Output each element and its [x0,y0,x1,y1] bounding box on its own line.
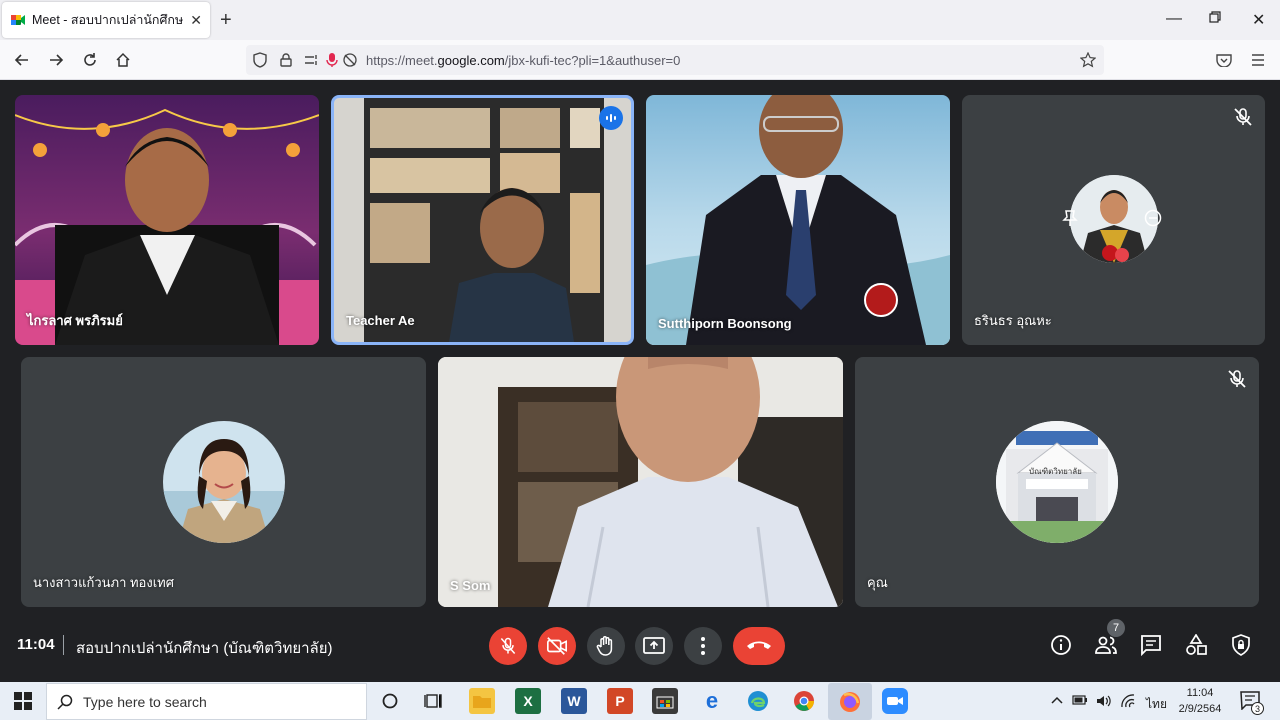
camera-off-icon [547,637,567,655]
internet-explorer-icon[interactable]: e [699,688,725,714]
participant-name: ไกรลาศ พรภิรมย์ [27,313,123,328]
video-feed [15,108,319,345]
taskbar-time: 11:04 [1186,687,1214,699]
microphone-off-icon [1228,370,1246,388]
taskbar-date: 2/9/2564 [1178,703,1222,715]
people-count-badge: 7 [1107,619,1125,637]
edge-icon[interactable] [745,688,771,714]
divider [63,635,64,655]
video-feed [646,95,950,345]
activities-button[interactable] [1183,632,1209,658]
wifi-icon[interactable] [1120,694,1136,711]
participant-tile[interactable]: Sutthiporn Boonsong [646,95,950,345]
word-icon[interactable]: W [561,688,587,714]
video-feed [438,357,843,607]
participant-tile[interactable]: นางสาวแก้วนภา ทองเทศ [21,357,426,607]
chat-icon [1141,635,1161,656]
participant-name: ธรินธร อุณหะ [974,313,1052,328]
battery-icon[interactable] [1072,694,1088,708]
pocket-icon[interactable] [1216,52,1232,68]
meeting-title: สอบปากเปล่านักศึกษา (บัณฑิตวิทยาลัย) [76,640,333,657]
cortana-icon[interactable] [377,688,403,714]
participant-tile[interactable]: S Som [438,357,843,607]
speaking-indicator-icon [599,106,623,130]
back-icon[interactable] [12,50,32,70]
menu-icon[interactable] [1250,52,1266,68]
hand-icon [596,636,613,656]
participant-tile[interactable]: บัณฑิตวิทยาลัย คุณ [855,357,1259,607]
task-view-icon[interactable] [421,688,447,714]
taskbar-clock[interactable]: 11:04 2/9/2564 [1176,685,1224,717]
permissions-icon[interactable] [304,52,320,68]
store-icon[interactable] [652,688,678,714]
powerpoint-icon[interactable]: P [607,688,633,714]
participant-name: Sutthiporn Boonsong [658,316,792,331]
info-icon [1051,635,1071,655]
browser-tab-bar: Meet - สอบปากเปล่านักศึกษา (บัณ ✕ + ― ✕ [0,0,1280,40]
excel-icon[interactable]: X [515,688,541,714]
participant-tile[interactable]: ไกรลาศ พรภิรมย์ [15,95,319,345]
more-vert-icon [701,637,705,655]
participant-name: Teacher Ae [346,313,415,328]
tab-title: Meet - สอบปากเปล่านักศึกษา (บัณ [32,13,185,27]
maximize-icon[interactable] [1208,10,1222,29]
show-hidden-icons[interactable] [1051,694,1063,708]
reload-icon[interactable] [80,50,100,70]
volume-icon[interactable] [1096,694,1112,711]
microphone-toggle-button[interactable] [489,627,527,665]
more-options-button[interactable] [684,627,722,665]
home-icon[interactable] [113,50,133,70]
shield-icon[interactable] [252,52,268,68]
raise-hand-button[interactable] [587,627,625,665]
microphone-permission-icon[interactable] [324,52,340,68]
search-placeholder: Type here to search [83,693,207,710]
google-meet-icon [11,15,25,25]
close-window-icon[interactable]: ✕ [1252,10,1265,30]
url-text[interactable]: https://meet.google.com/jbx-kufi-tec?pli… [366,53,680,68]
present-icon [643,637,665,654]
activities-icon [1186,634,1207,655]
minimize-icon[interactable]: ― [1166,10,1182,28]
notification-count-badge: 3 [1251,702,1264,715]
forward-icon[interactable] [46,50,66,70]
participant-tile[interactable]: ธรินธร อุณหะ [962,95,1265,345]
camera-blocked-icon[interactable] [342,52,358,68]
chat-button[interactable] [1138,632,1164,658]
chrome-icon[interactable] [791,688,817,714]
participant-name: คุณ [867,575,888,590]
people-icon [1095,636,1117,654]
browser-tab-meet[interactable]: Meet - สอบปากเปล่านักศึกษา (บัณ ✕ [2,2,210,38]
shield-lock-icon [1232,634,1250,656]
avatar-building-sign: บัณฑิตวิทยาลัย [1029,467,1082,476]
zoom-icon[interactable] [882,688,908,714]
bookmark-star-icon[interactable] [1080,52,1096,68]
meeting-clock: 11:04 [17,636,55,653]
windows-start-icon[interactable] [10,688,36,714]
participant-name: นางสาวแก้วนภา ทองเทศ [33,575,174,590]
participant-name: S Som [450,578,491,593]
camera-toggle-button[interactable] [538,627,576,665]
microphone-off-icon [500,637,516,654]
video-feed [364,98,604,342]
avatar [163,421,285,543]
host-controls-button[interactable] [1228,632,1254,658]
file-explorer-icon[interactable] [469,688,495,714]
leave-call-button[interactable] [733,627,785,665]
tab-close-icon[interactable]: ✕ [190,12,202,29]
pin-icon[interactable] [1062,209,1078,227]
remove-participant-icon[interactable] [1144,209,1162,227]
taskbar-search-box[interactable]: Type here to search [46,683,367,720]
lock-icon[interactable] [278,52,294,68]
hang-up-icon [747,641,771,649]
new-tab-icon[interactable]: + [220,9,232,32]
avatar: บัณฑิตวิทยาลัย [996,421,1118,543]
present-screen-button[interactable] [635,627,673,665]
input-language-indicator[interactable]: ไทย [1146,695,1167,714]
firefox-icon[interactable] [828,683,872,720]
search-icon [57,694,73,710]
participant-tile-active-speaker[interactable]: Teacher Ae [331,95,634,345]
microphone-off-icon [1234,108,1252,126]
meeting-details-button[interactable] [1048,632,1074,658]
